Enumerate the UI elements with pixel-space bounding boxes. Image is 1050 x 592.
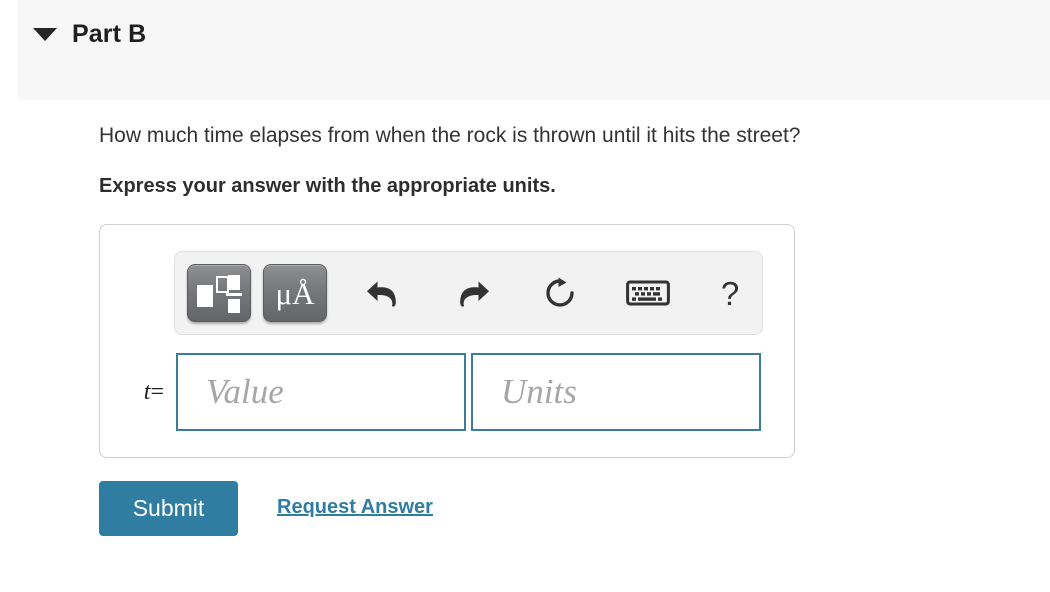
variable-label: t= [100,379,176,406]
keyboard-icon [626,280,670,306]
part-header-row[interactable]: Part B [18,14,146,54]
triangle-down-icon [33,27,57,41]
reset-button[interactable] [529,264,591,322]
units-placeholder: Units [501,372,577,411]
math-template-button[interactable] [187,264,251,322]
units-input[interactable]: Units [471,353,761,431]
redo-button[interactable] [441,264,503,322]
part-header: Part B [18,0,1050,100]
part-disclosure-toggle[interactable] [18,27,72,41]
refresh-circular-arrow-icon [546,277,574,307]
undo-arrow-icon [367,281,396,307]
math-template-icon [197,274,242,313]
undo-button[interactable] [353,264,415,322]
equals-sign: = [150,378,164,405]
submit-button[interactable]: Submit [99,481,238,536]
redo-arrow-icon [460,281,489,307]
value-placeholder: Value [206,372,284,411]
answer-entry-panel: μÅ ? t= Value Units [99,224,795,458]
question-mark-icon: ? [720,274,740,312]
units-symbols-button[interactable]: μÅ [263,264,327,322]
value-input[interactable]: Value [176,353,466,431]
mu-angstrom-icon: μÅ [275,275,315,311]
keyboard-button[interactable] [617,264,679,322]
question-instruction: Express your answer with the appropriate… [99,175,556,197]
request-answer-link[interactable]: Request Answer [277,496,433,519]
answer-toolbar: μÅ ? [174,251,763,335]
help-button[interactable]: ? [699,264,761,322]
question-prompt: How much time elapses from when the rock… [99,124,801,147]
answer-input-row: t= Value Units [100,353,794,431]
part-title: Part B [72,19,147,48]
